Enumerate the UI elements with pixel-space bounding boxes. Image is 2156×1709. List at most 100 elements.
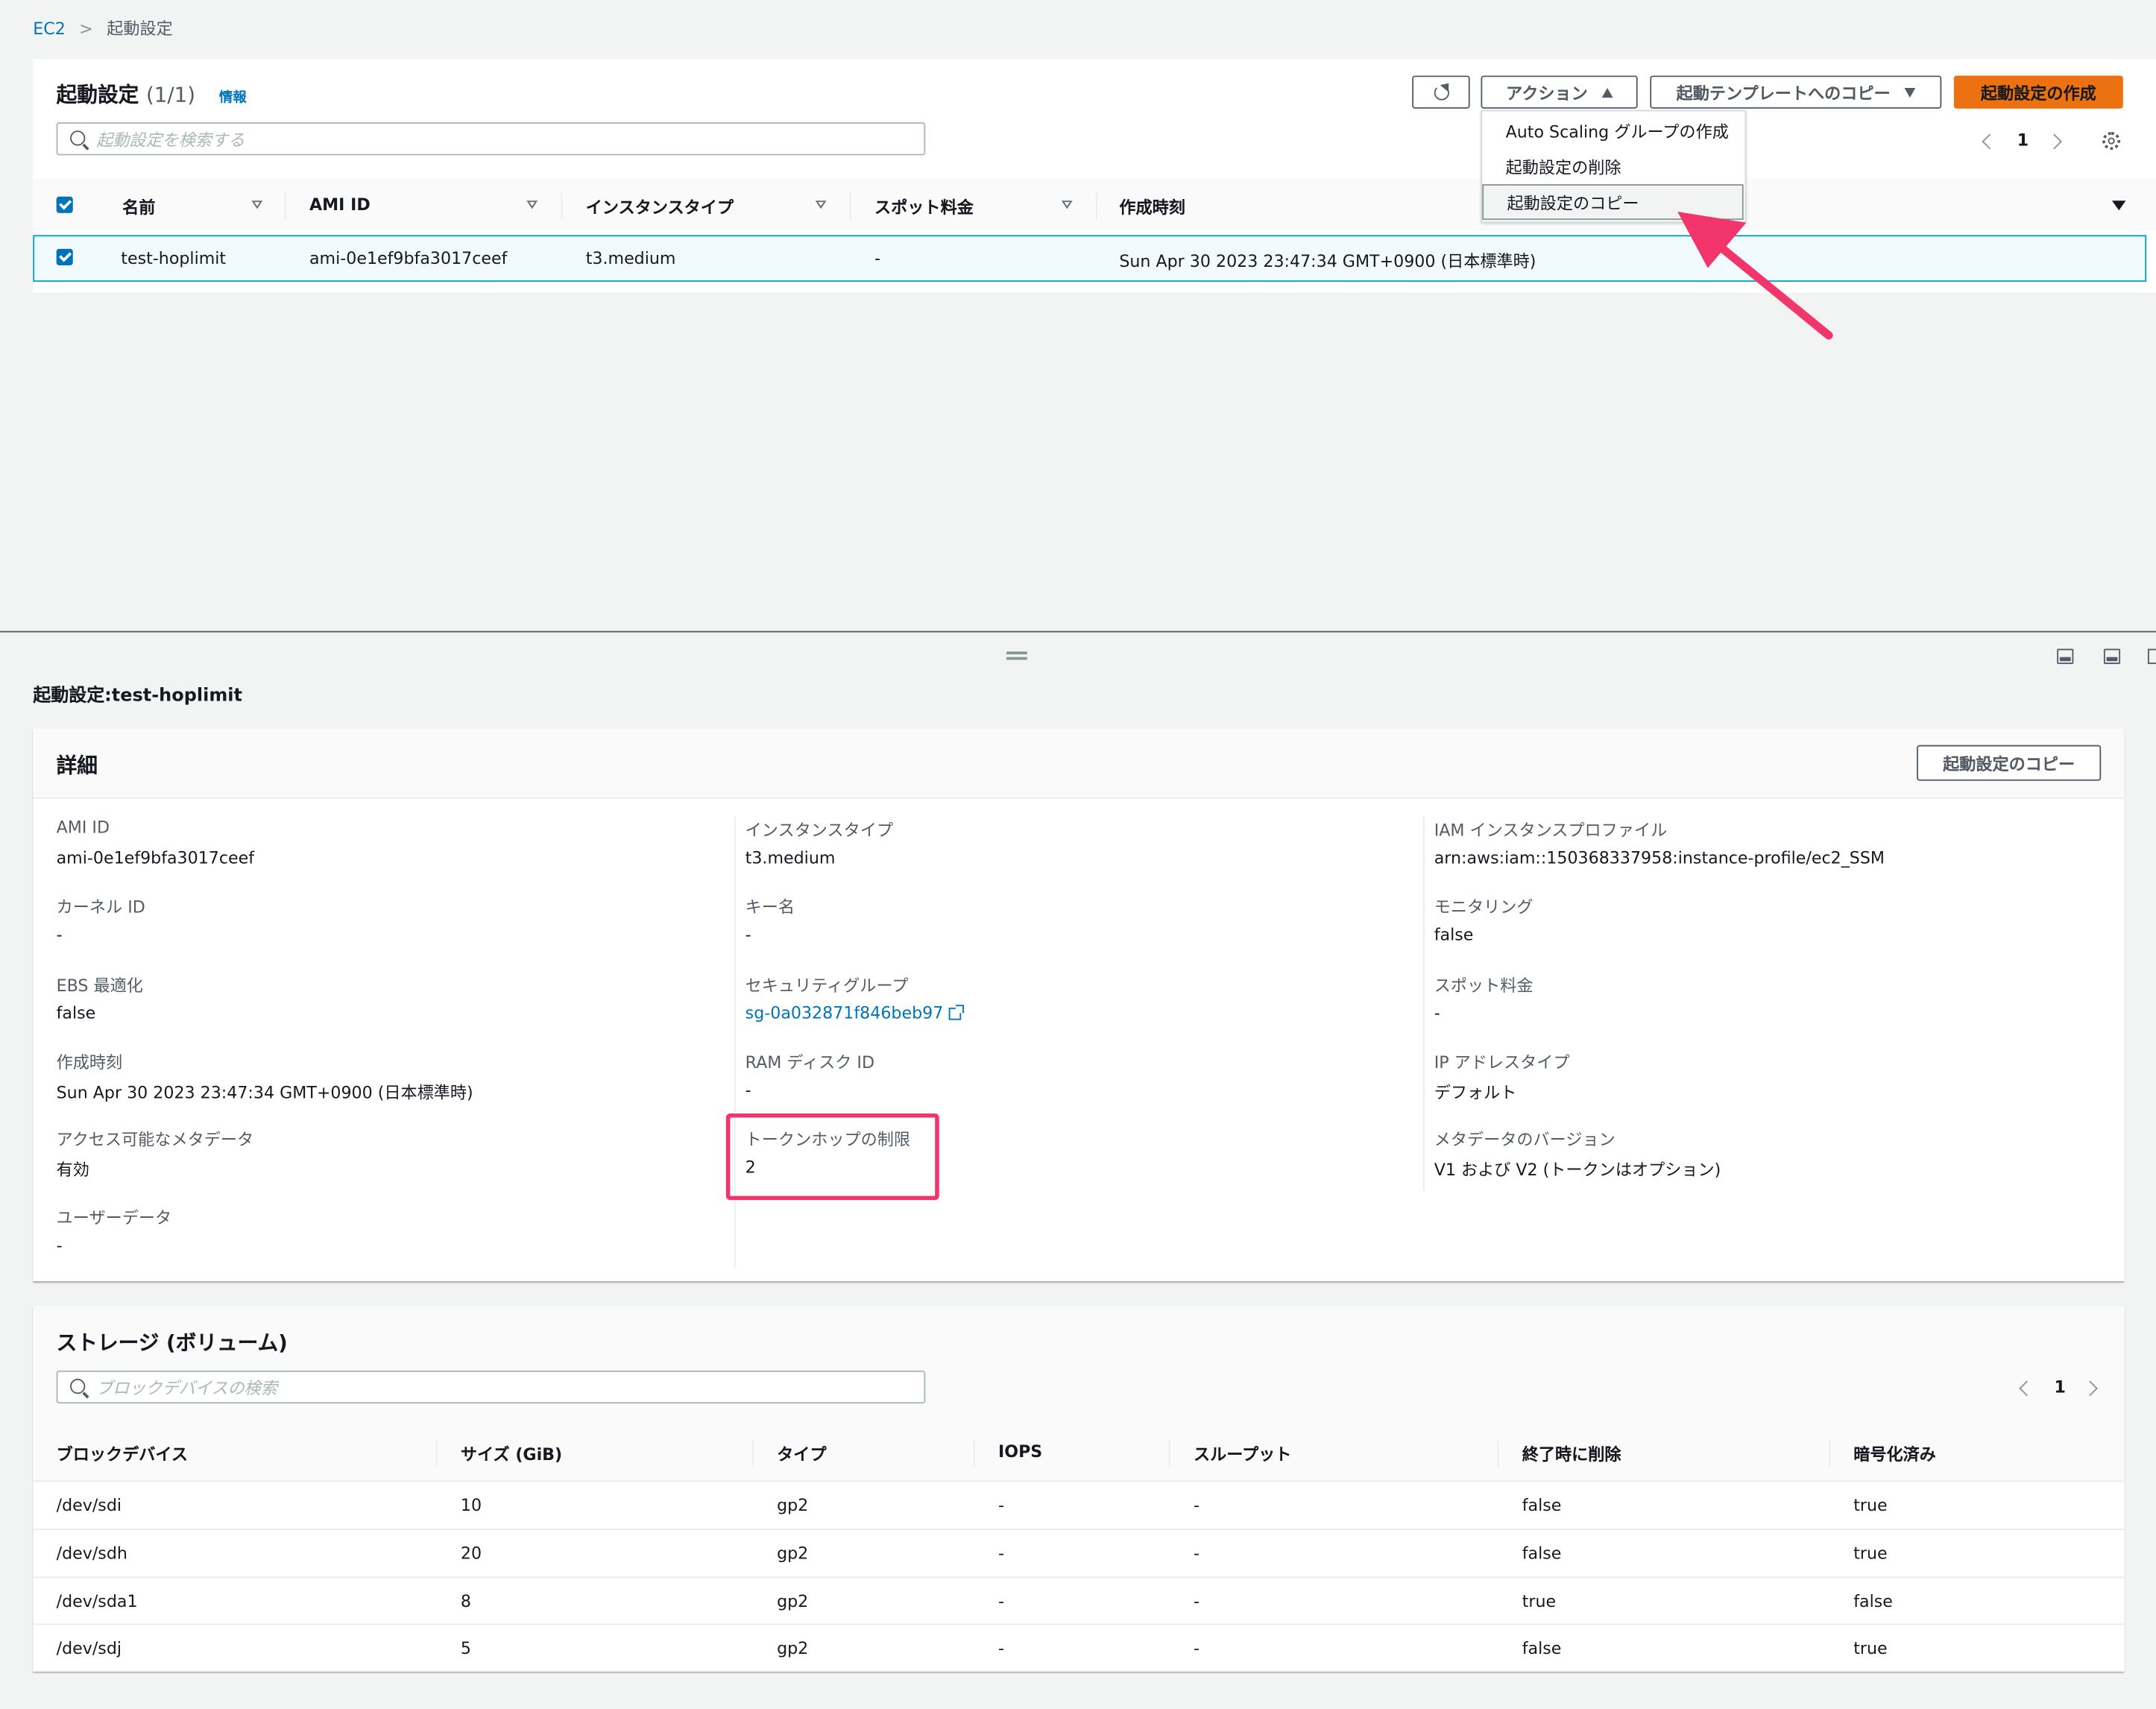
gear-icon[interactable] [2102,132,2121,151]
copy-to-template-label: 起動テンプレートへのコピー [1676,83,1891,103]
menu-item-create-asg[interactable]: Auto Scaling グループの作成 [1482,113,1743,148]
table-row: /dev/sdi 10 gp2 - - false true [0,1496,2125,1523]
detail-section-title: 詳細 [56,753,98,778]
menu-item-delete[interactable]: 起動設定の削除 [1482,148,1743,184]
column-header-block-device[interactable]: ブロックデバイス [57,1442,188,1465]
layout-side-icon[interactable] [2147,648,2156,664]
field-value-ip-address-type: デフォルト [1434,1083,1517,1103]
create-launch-config-button[interactable]: 起動設定の作成 [1953,75,2123,109]
cell-iops: - [998,1638,1005,1658]
search-icon [70,1378,86,1394]
security-group-id[interactable]: sg-0a032871f846beb97 [746,1003,944,1023]
cell-throughput: - [1193,1495,1200,1515]
field-value-created: Sun Apr 30 2023 23:47:34 GMT+0900 (日本標準時… [56,1083,473,1103]
sort-ami-icon[interactable] [526,200,538,209]
column-header-name[interactable]: 名前 [122,195,155,218]
caret-up-icon [1601,87,1613,98]
column-header-created[interactable]: 作成時刻 [1119,195,1185,218]
layout-split-icon[interactable] [2103,648,2121,664]
field-value-ami-id: ami-0e1ef9bfa3017ceef [56,847,255,868]
field-label-ami-id: AMI ID [56,818,110,838]
column-header-ami-id[interactable]: AMI ID [309,195,371,215]
breadcrumb: EC2 > 起動設定 [33,16,173,40]
cell-type: gp2 [777,1591,809,1611]
copy-button-label: 起動設定のコピー [1943,754,2075,774]
cell-size: 10 [460,1495,482,1515]
cell-iops: - [998,1495,1005,1515]
row-divider [33,1480,2125,1482]
refresh-button[interactable] [1412,75,1470,109]
breadcrumb-ec2-link[interactable]: EC2 [33,19,66,39]
detail-header-bg [33,728,2125,797]
field-label-metadata-version: メタデータのバージョン [1434,1130,1616,1149]
split-divider[interactable] [0,631,2156,633]
cell-throughput: - [1193,1638,1200,1658]
drag-handle-icon[interactable] [1006,651,1027,654]
annotation-arrow [1677,212,1833,340]
cell-type: gp2 [777,1544,809,1564]
external-link-icon[interactable] [948,1005,964,1020]
cell-block-device: /dev/sdh [56,1544,127,1564]
row-checkbox[interactable] [56,248,73,265]
select-all-checkbox[interactable] [56,196,73,213]
cell-iops: - [998,1544,1005,1564]
refresh-icon [1434,85,1449,101]
security-group-link[interactable]: sg-0a032871f846beb97 [746,1003,964,1023]
field-value-instance-type: t3.medium [745,847,836,868]
field-label-kernel-id: カーネル ID [56,897,145,917]
row-instance-type: t3.medium [585,248,676,268]
column-header-throughput[interactable]: スループット [1194,1442,1291,1465]
cell-encrypted: true [1853,1638,1888,1658]
sort-spot-icon[interactable] [1061,200,1073,209]
row-created: Sun Apr 30 2023 23:47:34 GMT+0900 (日本標準時… [1119,251,1536,271]
storage-title: ストレージ (ボリューム) [56,1330,288,1356]
field-label-user-data: ユーザーデータ [56,1208,172,1228]
field-value-ramdisk-id: - [745,1080,751,1100]
row-divider [33,1576,2125,1579]
cell-iops: - [998,1591,1005,1611]
cell-encrypted: true [1853,1544,1888,1564]
page-title: 起動設定 (1/1) 情報 [57,80,247,109]
cell-size: 8 [460,1591,471,1611]
sort-created-icon[interactable] [2111,200,2126,211]
sort-instance-type-icon[interactable] [815,200,827,209]
column-header-encrypted[interactable]: 暗号化済み [1853,1442,1936,1465]
copy-to-launch-template-button[interactable]: 起動テンプレートへのコピー [1650,75,1942,109]
field-value-key-name: - [745,925,751,945]
column-divider [1095,192,1097,221]
table-row: /dev/sdh 20 gp2 - - false true [0,1544,2125,1571]
chevron-right-icon: > [79,19,93,39]
drag-handle-icon[interactable] [1006,657,1027,660]
selection-count: (1/1) [145,82,196,107]
column-header-spot-price[interactable]: スポット料金 [874,195,974,218]
caret-down-icon [1904,87,1915,98]
column-divider [751,1439,754,1467]
cell-encrypted: true [1853,1495,1888,1515]
column-divider [561,192,563,221]
field-label-spot-price: スポット料金 [1434,976,1534,996]
detail-panel [33,728,2125,1281]
column-header-instance-type[interactable]: インスタンスタイプ [586,195,734,218]
cell-throughput: - [1193,1544,1200,1564]
column-divider [1829,1439,1830,1467]
column-header-iops[interactable]: IOPS [998,1442,1042,1462]
page-number[interactable]: 1 [2017,130,2029,150]
cell-delete-on-termination: true [1522,1591,1557,1611]
actions-button[interactable]: アクション [1481,75,1638,109]
layout-bottom-icon[interactable] [2057,648,2074,664]
info-link[interactable]: 情報 [219,91,247,106]
field-label-metadata-accessible: アクセス可能なメタデータ [56,1130,254,1149]
column-divider [284,192,286,221]
storage-page-number[interactable]: 1 [2055,1377,2066,1397]
column-header-delete-on-termination[interactable]: 終了時に削除 [1522,1442,1621,1465]
block-device-search-input[interactable]: ブロックデバイスの検索 [56,1370,926,1404]
sort-name-icon[interactable] [251,200,263,209]
field-value-iam-profile: arn:aws:iam::150368337958:instance-profi… [1434,847,1885,868]
row-name: test-hoplimit [121,248,227,268]
launch-config-search-input[interactable]: 起動設定を検索する [56,122,926,156]
cell-delete-on-termination: false [1522,1495,1562,1515]
column-header-type[interactable]: タイプ [777,1442,826,1465]
field-value-metadata-accessible: 有効 [56,1160,89,1180]
column-header-size[interactable]: サイズ (GiB) [461,1442,562,1465]
copy-launch-config-button[interactable]: 起動設定のコピー [1917,745,2102,781]
